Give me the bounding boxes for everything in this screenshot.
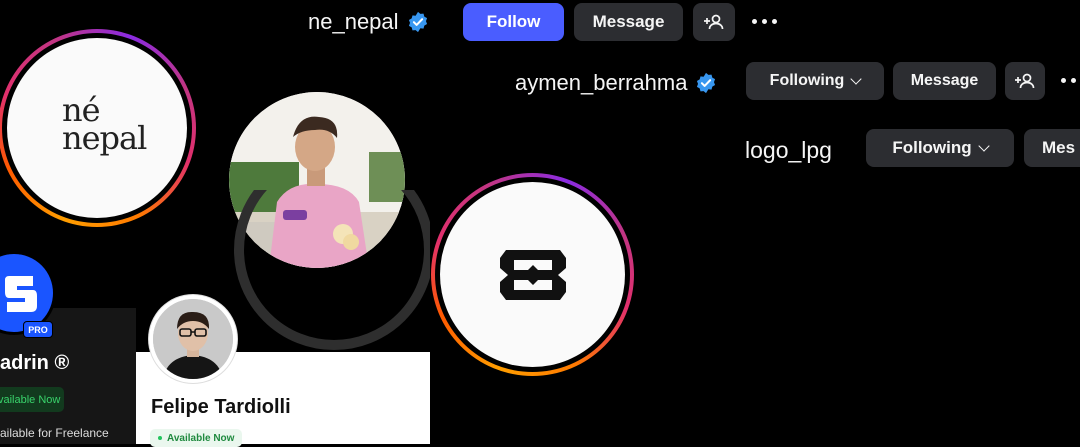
status-dot-icon bbox=[158, 436, 162, 440]
decorative-ring-arc bbox=[216, 190, 430, 360]
chevron-down-icon bbox=[850, 72, 862, 85]
ne-nepal-username[interactable]: ne_nepal bbox=[308, 9, 399, 35]
suggest-people-button[interactable] bbox=[1005, 62, 1045, 100]
add-person-icon bbox=[704, 14, 724, 30]
message-button[interactable]: Message bbox=[893, 62, 996, 100]
logo-lpg-username[interactable]: logo_lpg bbox=[745, 137, 832, 164]
follow-button[interactable]: Follow bbox=[463, 3, 564, 41]
message-button[interactable]: Message bbox=[574, 3, 683, 41]
available-badge: vailable Now bbox=[0, 387, 64, 412]
ne-nepal-avatar[interactable]: né nepal bbox=[7, 38, 187, 218]
following-button[interactable]: Following bbox=[746, 62, 884, 100]
felipe-photo bbox=[153, 299, 233, 379]
logo-mark-icon bbox=[5, 276, 37, 312]
more-options-icon[interactable] bbox=[752, 19, 777, 24]
aymen-username[interactable]: aymen_berrahma bbox=[515, 70, 687, 96]
verified-badge-icon bbox=[408, 11, 427, 33]
more-options-icon[interactable] bbox=[1061, 78, 1080, 83]
ne-nepal-username-row[interactable]: ne_nepal bbox=[308, 9, 429, 35]
verified-badge-icon bbox=[697, 72, 716, 94]
logo-lpg-avatar[interactable] bbox=[440, 182, 625, 367]
freelance-text: ailable for Freelance bbox=[0, 426, 109, 440]
felipe-name: Felipe Tardiolli bbox=[151, 396, 291, 418]
suggest-people-button[interactable] bbox=[693, 3, 735, 41]
aymen-username-row[interactable]: aymen_berrahma bbox=[515, 70, 717, 96]
chevron-down-icon bbox=[977, 139, 990, 152]
following-button[interactable]: Following bbox=[866, 129, 1014, 167]
logo-line-2: nepal bbox=[62, 119, 147, 157]
add-person-icon bbox=[1015, 73, 1035, 89]
felipe-avatar[interactable] bbox=[149, 295, 237, 383]
available-badge: Available Now bbox=[150, 429, 243, 447]
card-name: adrin ® bbox=[0, 352, 70, 374]
message-button[interactable]: Mes bbox=[1024, 129, 1080, 167]
lpg-logo-mark bbox=[500, 250, 566, 300]
pro-badge: PRO bbox=[23, 321, 53, 338]
